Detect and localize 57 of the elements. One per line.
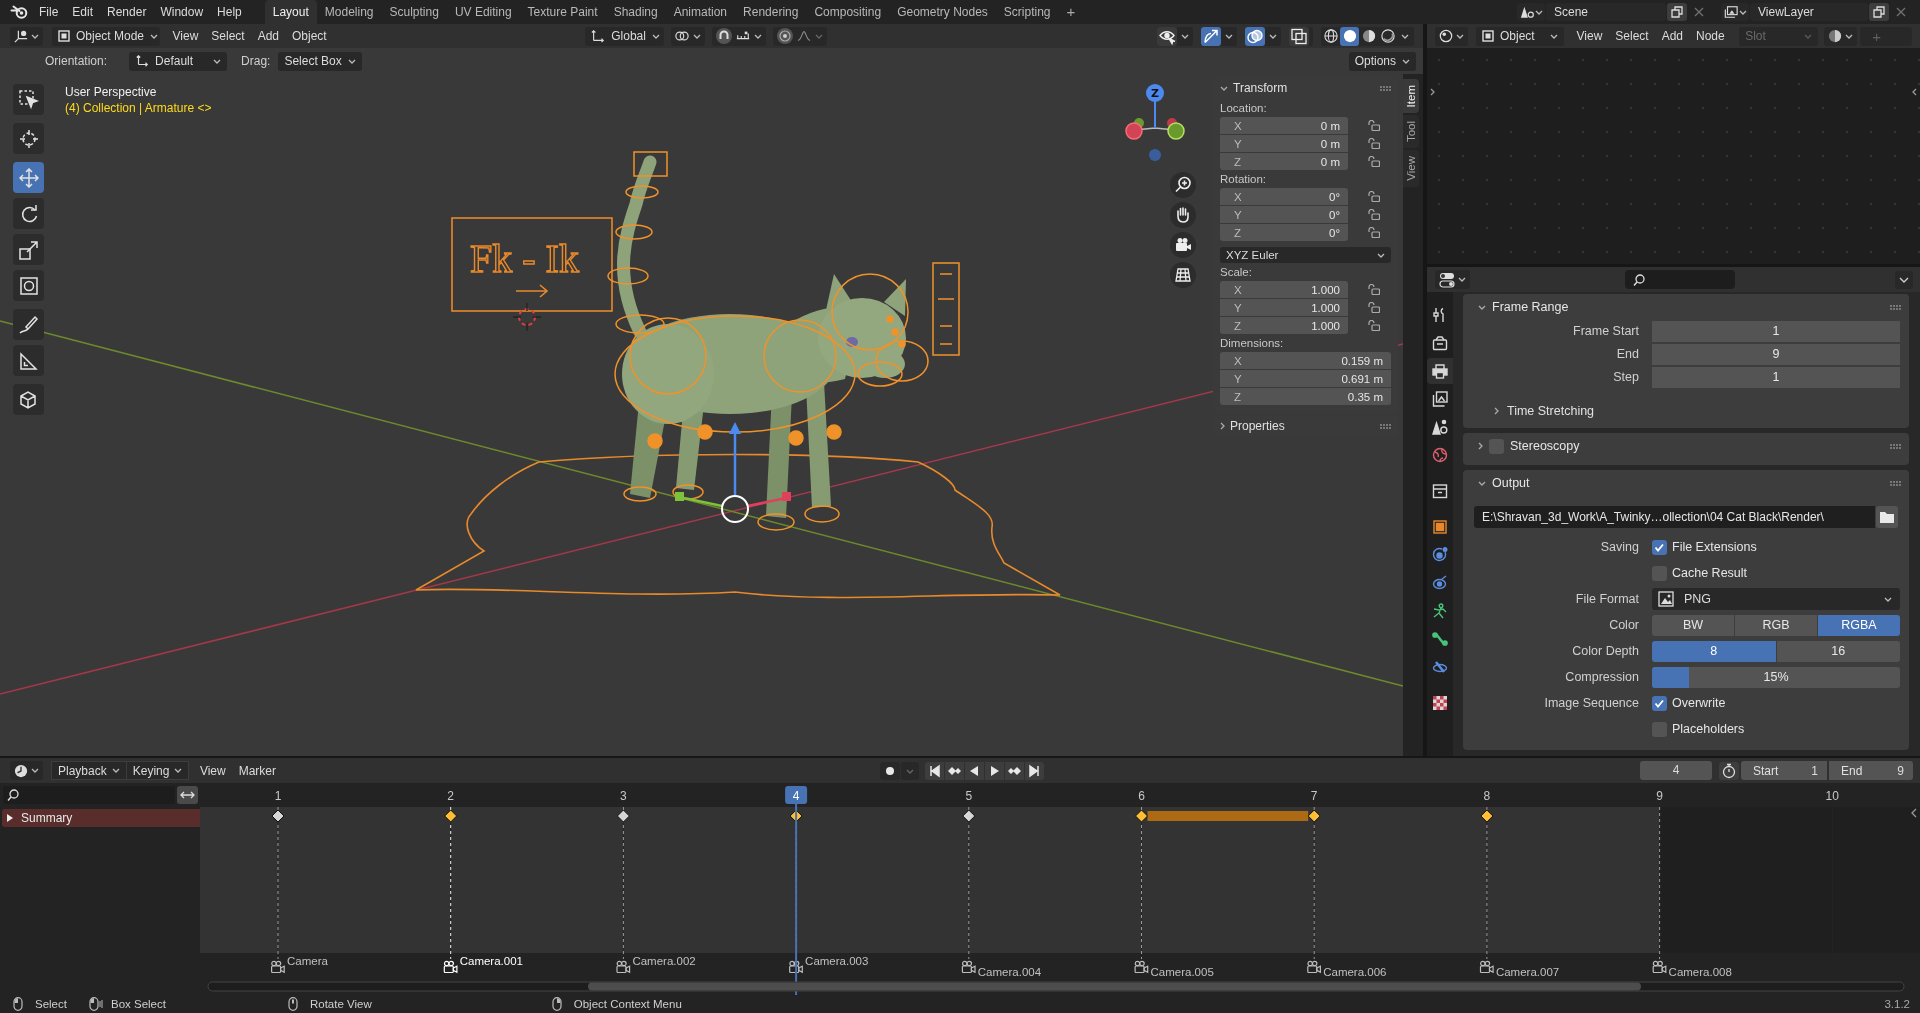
- marker-label: Camera.002: [632, 955, 696, 967]
- rig-switch-label: Fk - Ik: [470, 236, 579, 281]
- frame-number: 8: [1483, 789, 1491, 803]
- marker-label: Camera.001: [459, 955, 523, 967]
- marker-label: Camera: [287, 955, 328, 967]
- axis-label: Z: [1234, 155, 1242, 168]
- axis-label: X: [1234, 283, 1242, 296]
- field-label: Step: [1612, 370, 1639, 384]
- frame-number: 9: [1656, 789, 1663, 803]
- field-label: Start: [1753, 763, 1779, 778]
- axis-label: X: [1234, 119, 1242, 132]
- hint-text: Object Context Menu: [573, 998, 682, 1010]
- marker-label: Camera.004: [977, 966, 1042, 978]
- slider-value: 15%: [1763, 670, 1789, 684]
- marker-label: Camera.006: [1323, 966, 1387, 978]
- frame-number: 2: [447, 789, 455, 803]
- axis-label: Y: [1234, 208, 1242, 221]
- orientation-label: Orientation:: [45, 54, 108, 68]
- field-label: End: [1615, 347, 1639, 361]
- version-label: 3.1.2: [1884, 998, 1910, 1010]
- marker-label: Camera.008: [1668, 966, 1732, 978]
- field-label: Compression: [1564, 670, 1639, 684]
- field-label: Color Depth: [1571, 644, 1639, 658]
- field-label: File Format: [1574, 592, 1639, 606]
- hint-text: Select: [35, 998, 67, 1010]
- hint-text: Rotate View: [309, 998, 372, 1010]
- frame-number: 7: [1310, 789, 1318, 803]
- marker-label: Camera.003: [805, 955, 869, 967]
- field-label: Frame Start: [1572, 324, 1639, 338]
- frame-number: 6: [1138, 789, 1145, 803]
- group-label: Dimensions:: [1220, 336, 1285, 351]
- marker-label: Camera.005: [1150, 966, 1214, 978]
- axis-label: Z: [1234, 390, 1242, 403]
- frame-number: 1: [274, 789, 282, 803]
- marker-label: Camera.007: [1495, 966, 1560, 978]
- axis-label: Z: [1234, 319, 1242, 332]
- field-label: Saving: [1599, 540, 1639, 554]
- axis-label: Y: [1234, 301, 1242, 314]
- frame-number: 10: [1825, 789, 1839, 803]
- axis-label: Y: [1234, 137, 1242, 150]
- context-info: (4) Collection | Armature <>: [65, 100, 212, 116]
- field-label: End: [1841, 763, 1863, 778]
- axis-label: Z: [1234, 226, 1242, 239]
- view-name: User Perspective: [65, 84, 158, 100]
- hint-text: Box Select: [110, 998, 166, 1010]
- frame-number: 5: [965, 789, 973, 803]
- group-label: Location:: [1220, 101, 1268, 116]
- group-label: Rotation:: [1220, 172, 1268, 187]
- field-label: Color: [1608, 618, 1639, 632]
- axis-label: X: [1234, 190, 1242, 203]
- axis-label: Y: [1234, 372, 1242, 385]
- drag-label: Drag:: [241, 54, 271, 68]
- frame-number: 3: [620, 789, 627, 803]
- field-label: Image Sequence: [1543, 696, 1639, 710]
- axis-label: X: [1234, 354, 1242, 367]
- group-label: Scale:: [1220, 265, 1253, 280]
- channel-name: Summary: [21, 811, 73, 825]
